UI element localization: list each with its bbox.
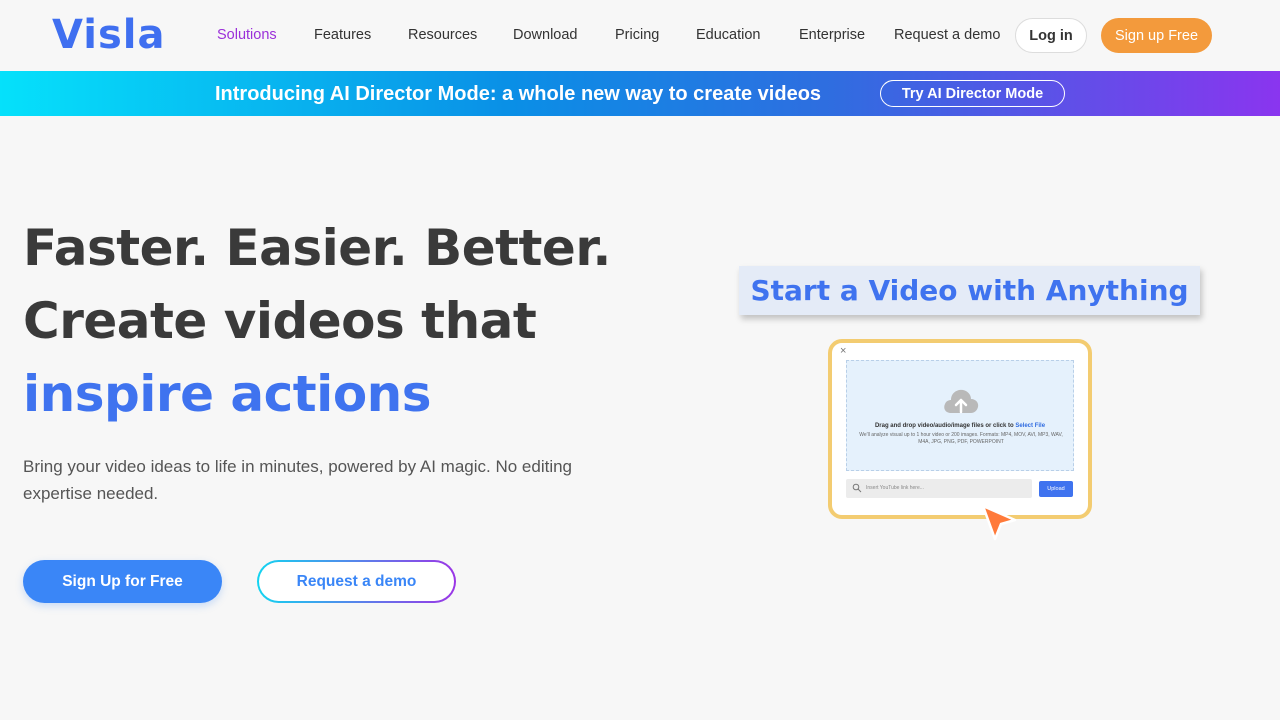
- upload-widget-illustration: × Drag and drop video/audio/image files …: [828, 339, 1092, 519]
- nav-features[interactable]: Features: [314, 26, 371, 44]
- nav-enterprise[interactable]: Enterprise: [799, 26, 865, 44]
- hero-headline-1: Faster. Easier. Better.: [23, 219, 611, 277]
- hero-subtitle: Bring your video ideas to life in minute…: [23, 457, 573, 503]
- youtube-link-input: Insert YouTube link here...: [846, 479, 1032, 498]
- signup-free-button[interactable]: Sign up Free: [1101, 18, 1212, 53]
- file-drop-zone: Drag and drop video/audio/image files or…: [846, 360, 1074, 471]
- banner-text: Introducing AI Director Mode: a whole ne…: [215, 83, 822, 105]
- login-button[interactable]: Log in: [1015, 18, 1087, 53]
- select-file-link: Select File: [1015, 423, 1046, 429]
- hero-signup-button[interactable]: Sign Up for Free: [23, 560, 222, 603]
- nav-solutions[interactable]: Solutions: [217, 26, 277, 44]
- upload-button-illustration: Upload: [1039, 481, 1073, 497]
- announcement-banner: Introducing AI Director Mode: a whole ne…: [0, 71, 1280, 116]
- cloud-upload-icon: [944, 389, 979, 414]
- drop-title: Drag and drop video/audio/image files or…: [874, 423, 1046, 429]
- try-ai-director-button[interactable]: Try AI Director Mode: [880, 80, 1065, 107]
- hero-request-demo-label: Request a demo: [259, 562, 454, 601]
- youtube-input-placeholder: Insert YouTube link here...: [866, 485, 924, 491]
- nav-download[interactable]: Download: [513, 26, 578, 44]
- hero-headline-2: Create videos that: [23, 292, 537, 350]
- search-icon: [852, 483, 862, 493]
- cursor-pointer-icon: [981, 504, 1017, 541]
- visla-logo[interactable]: Visla: [52, 12, 165, 58]
- hero-request-demo-button[interactable]: Request a demo: [257, 560, 456, 603]
- start-video-card: Start a Video with Anything: [739, 266, 1200, 315]
- close-icon: ×: [840, 345, 847, 357]
- nav-pricing[interactable]: Pricing: [615, 26, 659, 44]
- nav-request-demo[interactable]: Request a demo: [894, 26, 1000, 44]
- nav-resources[interactable]: Resources: [408, 26, 477, 44]
- nav-education[interactable]: Education: [696, 26, 761, 44]
- top-nav: Visla Solutions Features Resources Downl…: [0, 0, 1280, 71]
- drop-description: We'll analyze visual up to 1 hour video …: [859, 432, 1063, 445]
- start-video-title: Start a Video with Anything: [750, 274, 1189, 307]
- hero-headline-3: inspire actions: [23, 365, 432, 423]
